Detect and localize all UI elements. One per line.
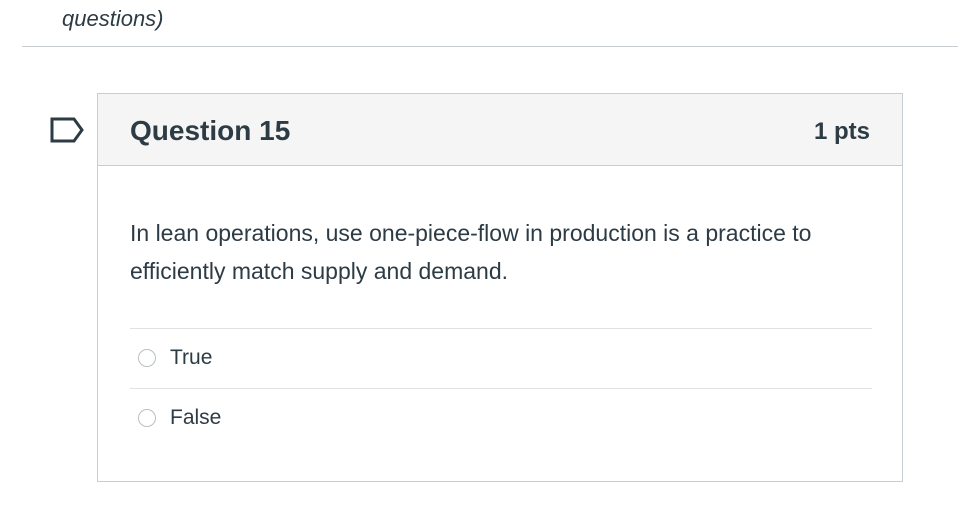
answer-option-false[interactable]: False [130,388,872,448]
quiz-page: questions) Question 15 1 pts In lean ope… [0,0,958,518]
radio-button[interactable] [138,349,156,367]
quiz-instructions-fragment: questions) [62,6,164,31]
question-points: 1 pts [813,118,870,145]
answer-list: True False [130,328,872,448]
bookmark-flag-icon[interactable] [50,117,84,143]
section-divider [22,46,958,47]
question-header: Question 15 1 pts [98,94,902,166]
question-text: In lean operations, use one-piece-flow i… [130,220,812,284]
answer-label[interactable]: False [170,405,221,431]
question-body: In lean operations, use one-piece-flow i… [98,166,902,448]
answer-option-true[interactable]: True [130,328,872,388]
answer-label[interactable]: True [170,345,212,371]
radio-button[interactable] [138,409,156,427]
question-title: Question 15 [130,115,291,146]
question-card: Question 15 1 pts In lean operations, us… [97,93,903,482]
